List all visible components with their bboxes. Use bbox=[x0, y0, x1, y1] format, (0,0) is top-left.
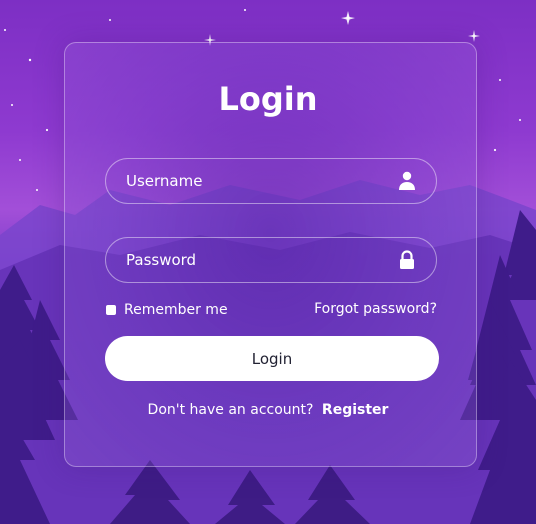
remember-label: Remember me bbox=[124, 302, 228, 318]
login-title: Login bbox=[218, 80, 318, 118]
remember-checkbox[interactable] bbox=[106, 305, 116, 315]
lock-icon bbox=[400, 250, 414, 269]
password-placeholder: Password bbox=[126, 251, 197, 269]
username-field[interactable]: Username bbox=[105, 158, 437, 204]
user-icon bbox=[399, 171, 415, 190]
username-placeholder: Username bbox=[126, 172, 203, 190]
register-row: Don't have an account? Register bbox=[0, 402, 536, 418]
remember-row: Remember me bbox=[106, 302, 228, 318]
register-link[interactable]: Register bbox=[322, 402, 389, 418]
no-account-text: Don't have an account? bbox=[147, 402, 314, 418]
password-field[interactable]: Password bbox=[105, 237, 437, 283]
login-button[interactable]: Login bbox=[105, 336, 439, 381]
forgot-password-link[interactable]: Forgot password? bbox=[314, 301, 437, 317]
